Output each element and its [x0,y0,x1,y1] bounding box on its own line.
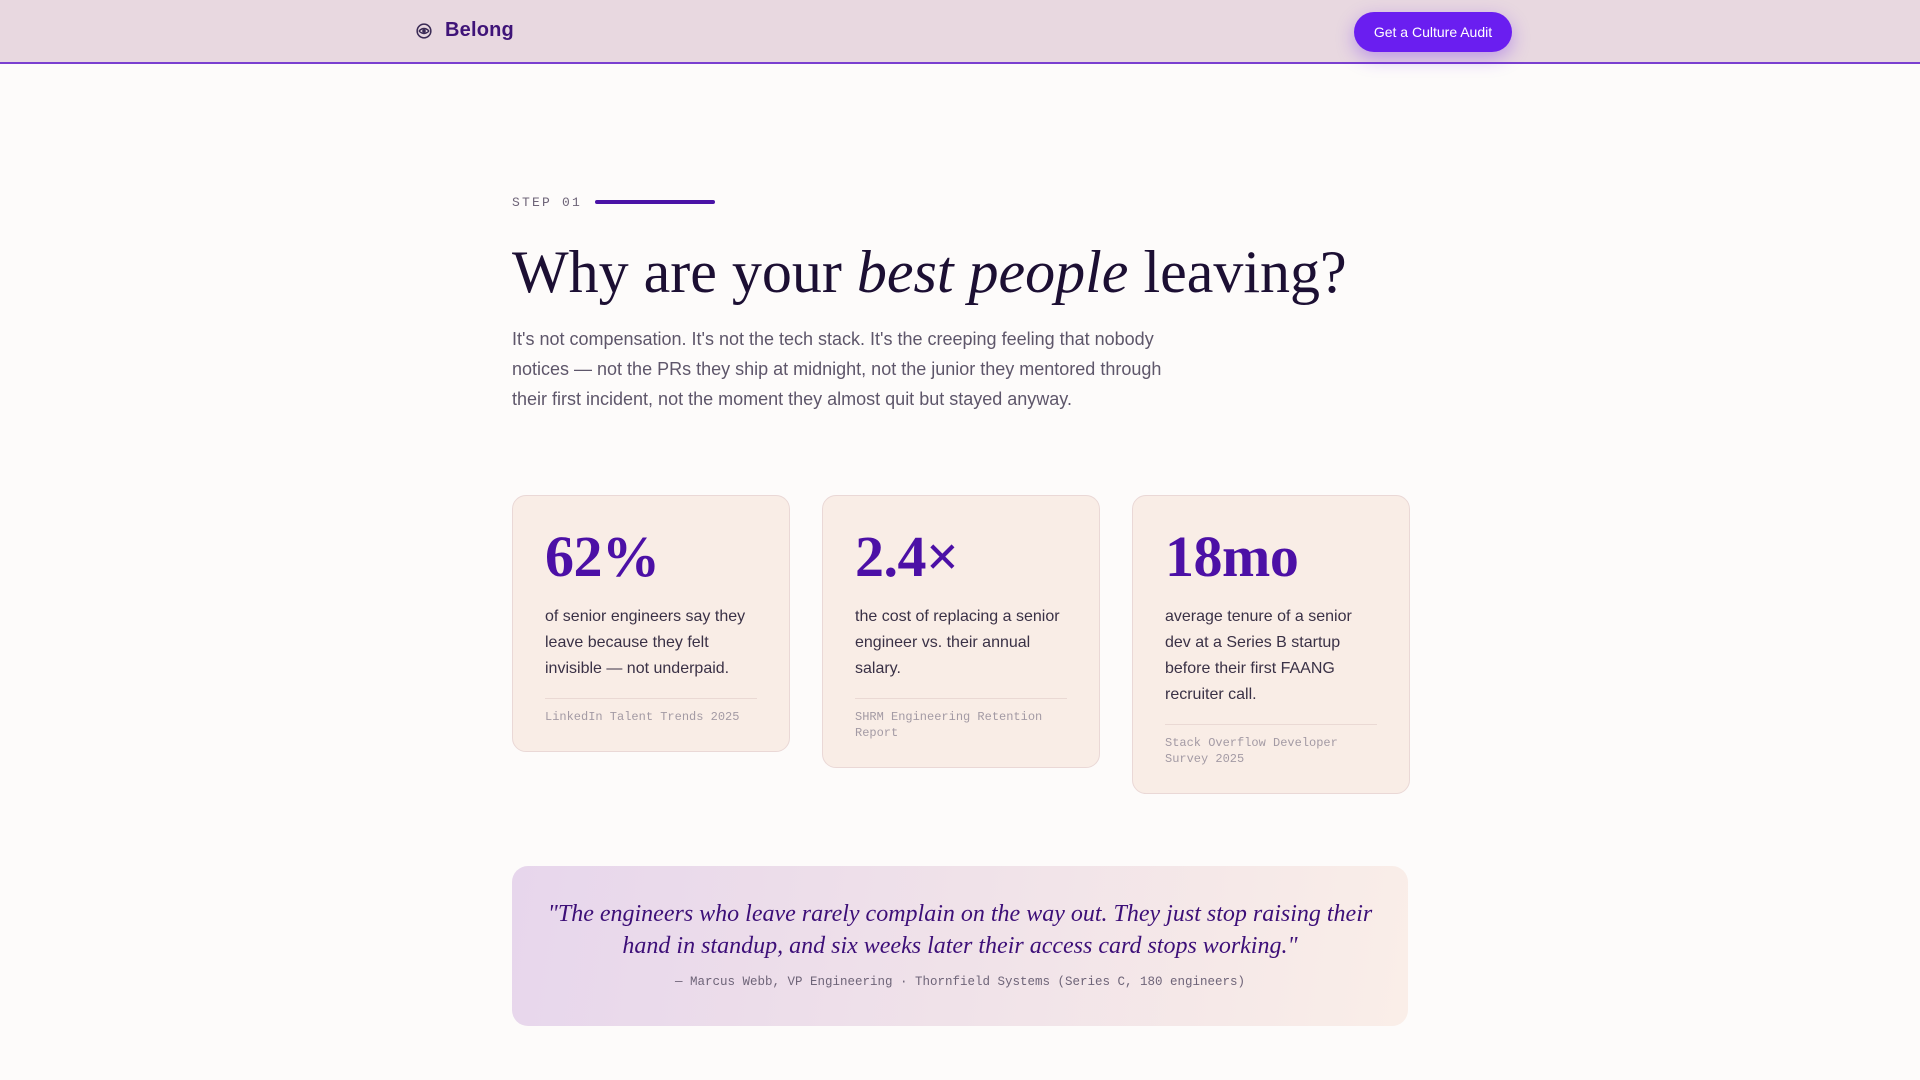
testimonial-quote: "The engineers who leave rarely complain… [512,866,1408,1026]
get-culture-audit-button[interactable]: Get a Culture Audit [1354,12,1512,52]
intro-section: STEP 01 Why are your best people leaving… [512,190,1408,414]
stat-value: 62% [545,524,660,589]
logo-mark-icon [416,22,432,39]
headline-text-end: leaving? [1128,239,1347,305]
page-headline: Why are your best people leaving? [512,236,1408,308]
headline-text-start: Why are your [512,239,857,305]
step-label: STEP 01 [512,194,583,210]
stat-divider [1165,724,1377,725]
stat-divider [545,698,757,699]
stat-source: Stack Overflow Developer Survey 2025 [1165,736,1338,766]
step-eyebrow: STEP 01 [512,190,1408,214]
stat-divider [855,698,1067,699]
stat-card-tenure: 18mo average tenure of a senior dev at a… [1132,495,1410,794]
stat-value: 18mo [1165,524,1299,589]
stat-value: 2.4× [855,524,959,589]
quote-attribution: — Marcus Webb, VP Engineering · Thornfie… [674,975,1246,989]
stat-card-replacement-cost: 2.4× the cost of replacing a senior engi… [822,495,1100,768]
intro-paragraph: It's not compensation. It's not the tech… [512,329,1162,409]
stat-card-invisible: 62% of senior engineers say they leave b… [512,495,790,752]
brand-name: Belong [445,19,514,41]
stat-description: average tenure of a senior dev at a Seri… [1165,608,1352,703]
stat-description: the cost of replacing a senior engineer … [855,608,1060,677]
stat-source: SHRM Engineering Retention Report [855,710,1043,740]
stats-row: 62% of senior engineers say they leave b… [512,495,1410,794]
stat-description: of senior engineers say they leave becau… [545,608,746,677]
stat-source: LinkedIn Talent Trends 2025 [545,710,740,724]
quote-text: "The engineers who leave rarely complain… [547,901,1373,959]
top-navigation-bar: Belong Get a Culture Audit [0,0,1920,64]
brand-logo[interactable]: Belong [415,19,514,42]
step-progress-rule [595,200,716,204]
headline-emphasis: best people [856,239,1129,305]
